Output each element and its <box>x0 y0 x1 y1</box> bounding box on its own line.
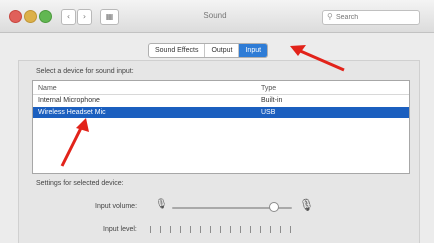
input-volume-slider-thumb[interactable] <box>268 202 279 212</box>
input-level-tick <box>190 226 191 233</box>
device-type: USB <box>261 109 276 116</box>
input-level-tick <box>150 226 151 233</box>
device-list-header: Name Type <box>33 83 409 95</box>
input-level-tick <box>250 226 251 233</box>
device-name: Internal Microphone <box>38 97 100 104</box>
input-level-tick <box>200 226 201 233</box>
tab-sound-effects[interactable]: Sound Effects <box>149 44 206 57</box>
search-input[interactable] <box>336 12 414 23</box>
back-button[interactable]: ‹ <box>61 9 76 25</box>
input-level-tick <box>220 226 221 233</box>
window-title: Sound <box>203 11 227 20</box>
microphone-low-icon: 🎙 <box>155 199 168 210</box>
input-level-tick <box>230 226 231 233</box>
minimize-window-icon[interactable] <box>24 10 37 23</box>
input-level-tick <box>260 226 261 233</box>
settings-section-label: Settings for selected device: <box>36 180 124 187</box>
device-list[interactable]: Name Type Internal Microphone Built-in W… <box>32 80 410 174</box>
chevron-right-icon: › <box>82 12 87 21</box>
input-level-tick <box>270 226 271 233</box>
forward-button[interactable]: › <box>77 9 92 25</box>
tab-output[interactable]: Output <box>205 44 240 57</box>
search-box[interactable]: ⚲ <box>322 10 420 25</box>
close-window-icon[interactable] <box>9 10 22 23</box>
zoom-window-icon[interactable] <box>39 10 52 23</box>
search-icon: ⚲ <box>327 12 333 21</box>
show-all-button[interactable]: ▦ <box>100 9 119 25</box>
input-level-tick <box>180 226 181 233</box>
column-header-name[interactable]: Name <box>38 83 57 94</box>
device-name: Wireless Headset Mic <box>38 109 106 116</box>
tab-bar: Sound Effects Output Input <box>148 43 269 58</box>
input-level-tick <box>170 226 171 233</box>
device-type: Built-in <box>261 97 283 104</box>
input-volume-label: Input volume: <box>95 203 138 210</box>
tab-input[interactable]: Input <box>239 44 268 57</box>
title-bar: ‹ › ▦ Sound ⚲ <box>0 0 434 33</box>
input-level-tick <box>240 226 241 233</box>
input-level-tick <box>210 226 211 233</box>
device-row[interactable]: Internal Microphone Built-in <box>33 95 409 106</box>
grid-icon: ▦ <box>105 12 114 21</box>
device-section-label: Select a device for sound input: <box>36 68 134 75</box>
input-level-tick <box>160 226 161 233</box>
input-level-tick <box>290 226 291 233</box>
input-level-label: Input level: <box>103 226 137 233</box>
column-header-type[interactable]: Type <box>261 83 276 94</box>
input-level-tick <box>280 226 281 233</box>
chevron-left-icon: ‹ <box>66 12 71 21</box>
device-row-selected[interactable]: Wireless Headset Mic USB <box>33 107 409 118</box>
microphone-high-icon: 🎙 <box>299 198 315 212</box>
